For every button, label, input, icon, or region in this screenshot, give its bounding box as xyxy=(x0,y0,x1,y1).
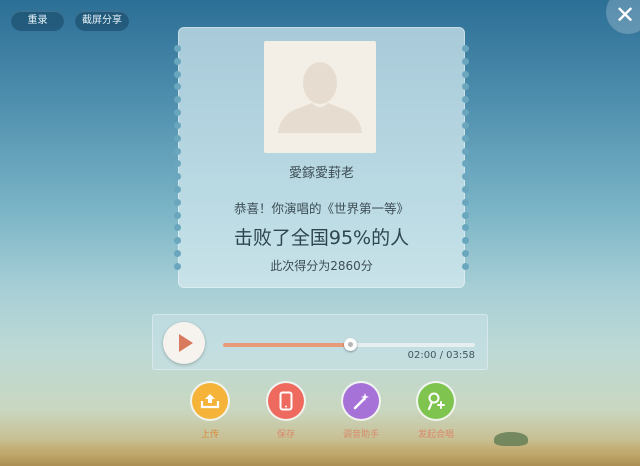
time-readout: 02:00 / 03:58 xyxy=(407,350,475,361)
rerecord-button[interactable]: 重录 xyxy=(11,11,64,31)
close-button[interactable]: ✕ xyxy=(606,0,640,34)
progress-knob[interactable] xyxy=(344,338,357,351)
congrats-text: 恭喜！你演唱的《世界第一等》 xyxy=(233,201,409,216)
background-trees xyxy=(494,432,528,446)
play-icon xyxy=(179,334,193,352)
play-button[interactable] xyxy=(163,322,205,364)
save-action[interactable]: 保存 xyxy=(256,383,316,440)
score-text: 此次得分为2860分 xyxy=(270,259,373,273)
upload-icon xyxy=(200,394,220,409)
username: 愛鎵愛葑老 xyxy=(288,166,354,181)
default-avatar-icon xyxy=(278,62,362,133)
background-field xyxy=(0,440,640,466)
progress-fill xyxy=(223,343,350,347)
beat-percentage-text: 击败了全国95%的人 xyxy=(233,227,410,249)
mic-plus-icon xyxy=(427,392,445,411)
tuning-assistant-button[interactable] xyxy=(343,383,379,419)
close-icon: ✕ xyxy=(614,1,636,29)
start-duet-action[interactable]: 发起合唱 xyxy=(406,383,466,440)
upload-button[interactable] xyxy=(192,383,228,419)
start-duet-label: 发起合唱 xyxy=(417,430,454,440)
phone-icon xyxy=(279,391,293,411)
upload-label: 上传 xyxy=(200,430,219,440)
tuning-assistant-action[interactable]: 调音助手 xyxy=(331,383,391,440)
result-card: 愛鎵愛葑老 恭喜！你演唱的《世界第一等》 击败了全国95%的人 此次得分为286… xyxy=(174,27,469,288)
screenshot-share-button[interactable]: 截屏分享 xyxy=(75,11,129,31)
playback-bar: 02:00 / 03:58 xyxy=(152,314,488,370)
save-button[interactable] xyxy=(268,383,304,419)
start-duet-button[interactable] xyxy=(418,383,454,419)
tuning-assistant-label: 调音助手 xyxy=(342,430,379,440)
magic-wand-icon xyxy=(353,393,369,410)
avatar xyxy=(264,41,376,153)
save-label: 保存 xyxy=(276,430,295,440)
progress-slider[interactable] xyxy=(223,338,475,351)
upload-action[interactable]: 上传 xyxy=(180,383,240,440)
